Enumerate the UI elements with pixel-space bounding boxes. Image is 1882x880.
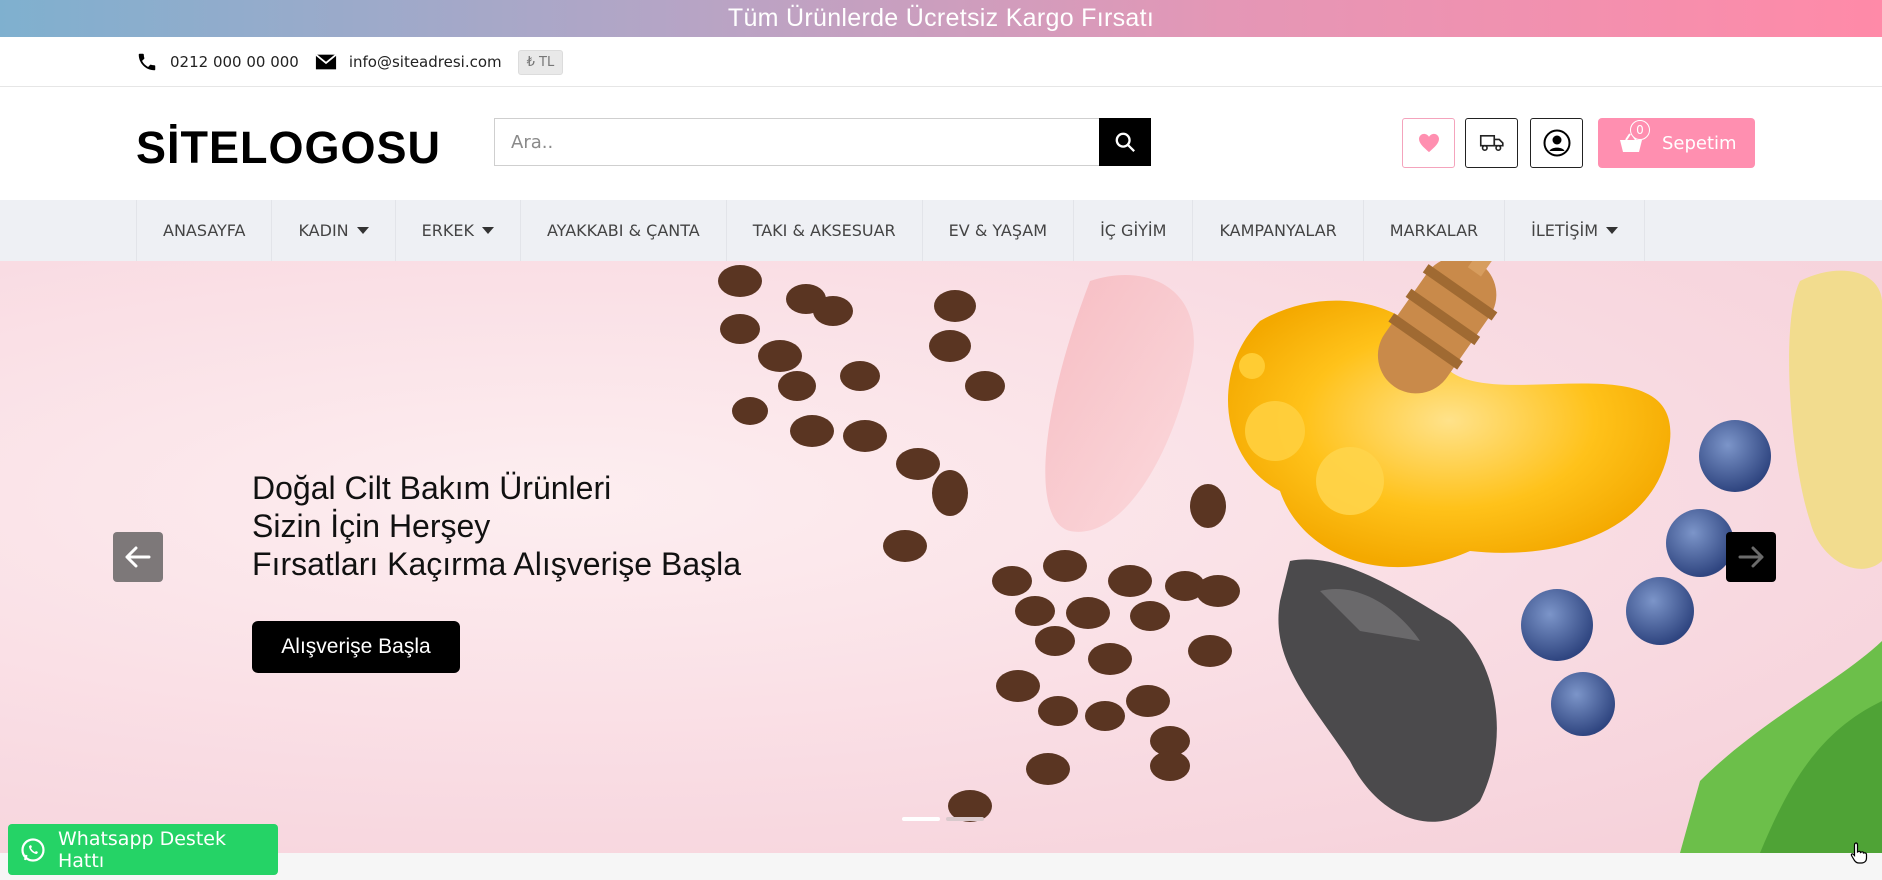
- slider-pagination: [902, 817, 984, 821]
- nav-label: MARKALAR: [1389, 221, 1479, 240]
- cart-button[interactable]: 0 Sepetim: [1598, 118, 1755, 168]
- nav-label: ERKEK: [421, 221, 474, 240]
- whatsapp-icon: [21, 837, 45, 862]
- nav-item-anasayfa[interactable]: ANASAYFA: [136, 200, 273, 261]
- favorites-button[interactable]: [1402, 118, 1455, 168]
- currency-selector[interactable]: ₺ TL: [517, 49, 564, 75]
- nav-item-kampanyalar[interactable]: KAMPANYALAR: [1193, 200, 1364, 261]
- caret-down-icon: [1606, 227, 1619, 234]
- nav-label: İLETİŞİM: [1531, 221, 1599, 240]
- nav-label: EV & YAŞAM: [948, 221, 1048, 240]
- shop-now-button[interactable]: Alışverişe Başla: [252, 621, 460, 673]
- announcement-bar: Tüm Ürünlerde Ücretsiz Kargo Fırsatı: [0, 0, 1882, 37]
- nav-item-iletisim[interactable]: İLETİŞİM: [1505, 200, 1646, 261]
- phone-number: 0212 000 00 000: [170, 53, 299, 71]
- contact-topbar: 0212 000 00 000 info@siteadresi.com ₺ TL: [0, 37, 1882, 87]
- user-icon: [1543, 129, 1570, 157]
- arrow-right-icon: [1738, 546, 1764, 568]
- caret-down-icon: [481, 227, 494, 234]
- announcement-text: Tüm Ürünlerde Ücretsiz Kargo Fırsatı: [727, 4, 1155, 32]
- caret-down-icon: [356, 227, 369, 234]
- truck-icon: [1479, 134, 1504, 152]
- order-tracking-button[interactable]: [1465, 118, 1518, 168]
- heart-icon: [1418, 133, 1439, 153]
- search-input[interactable]: [494, 118, 1099, 166]
- nav-item-erkek[interactable]: ERKEK: [396, 200, 521, 261]
- whatsapp-label: Whatsapp Destek Hattı: [57, 827, 226, 872]
- nav-item-taki-aksesuar[interactable]: TAKI & AKSESUAR: [727, 200, 923, 261]
- cart-label: Sepetim: [1662, 132, 1737, 154]
- whatsapp-support-button[interactable]: Whatsapp Destek Hattı: [8, 824, 278, 875]
- email-contact[interactable]: info@siteadresi.com: [315, 53, 502, 71]
- nav-label: ANASAYFA: [163, 221, 246, 240]
- site-logo[interactable]: SİTELOGOSU: [136, 122, 441, 174]
- search-icon: [1115, 132, 1135, 152]
- phone-contact[interactable]: 0212 000 00 000: [136, 51, 299, 73]
- hand-cursor-icon: [1850, 842, 1868, 868]
- nav-label: KADIN: [298, 221, 349, 240]
- nav-label: AYAKKABI & ÇANTA: [546, 221, 700, 240]
- next-section-peek: [0, 853, 1882, 880]
- envelope-icon: [315, 53, 337, 70]
- hero-headline: Doğal Cilt Bakım Ürünleri Sizin İçin Her…: [252, 469, 741, 583]
- hero-slider[interactable]: Doğal Cilt Bakım Ürünleri Sizin İçin Her…: [0, 261, 1882, 853]
- hero-line-1: Doğal Cilt Bakım Ürünleri: [252, 470, 612, 506]
- nav-label: KAMPANYALAR: [1219, 221, 1337, 240]
- hero-line-3: Fırsatları Kaçırma Alışverişe Başla: [252, 546, 742, 582]
- nav-item-ayakkabi-canta[interactable]: AYAKKABI & ÇANTA: [521, 200, 727, 261]
- cart-count-badge: 0: [1630, 120, 1650, 140]
- phone-icon: [138, 53, 156, 71]
- nav-item-markalar[interactable]: MARKALAR: [1364, 200, 1506, 261]
- hero-line-2: Sizin İçin Herşey: [252, 508, 491, 544]
- nav-item-kadin[interactable]: KADIN: [272, 200, 396, 261]
- slider-dot[interactable]: [946, 817, 984, 821]
- nav-item-ev-yasam[interactable]: EV & YAŞAM: [923, 200, 1075, 261]
- site-header: SİTELOGOSU 0 Sepetim: [0, 87, 1882, 200]
- search-form: [494, 118, 1151, 166]
- email-address: info@siteadresi.com: [348, 53, 502, 71]
- arrow-left-icon: [125, 546, 151, 568]
- slider-dot[interactable]: [902, 817, 940, 821]
- main-navigation: ANASAYFA KADIN ERKEK AYAKKABI & ÇANTA TA…: [0, 200, 1882, 261]
- slider-next-button[interactable]: [1726, 532, 1776, 582]
- nav-item-ic-giyim[interactable]: İÇ GİYİM: [1074, 200, 1194, 261]
- account-button[interactable]: [1530, 118, 1583, 168]
- nav-label: İÇ GİYİM: [1100, 221, 1167, 240]
- search-button[interactable]: [1099, 118, 1151, 166]
- nav-label: TAKI & AKSESUAR: [752, 221, 896, 240]
- slider-prev-button[interactable]: [113, 532, 163, 582]
